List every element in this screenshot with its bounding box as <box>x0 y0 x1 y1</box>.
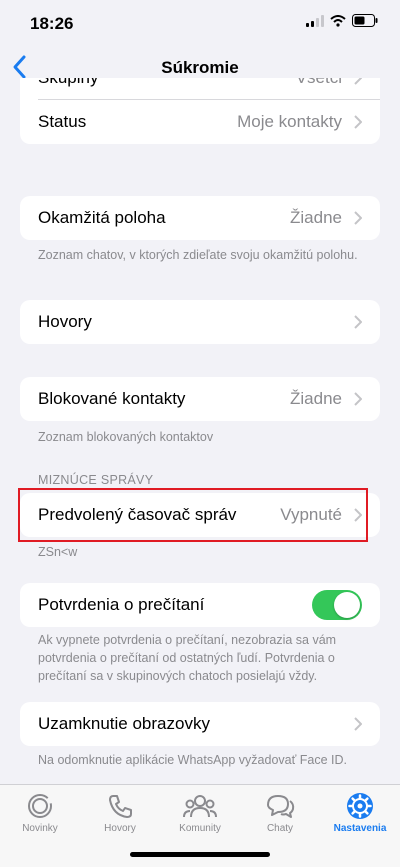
chevron-right-icon <box>354 211 362 225</box>
groups-row[interactable]: Skupiny Všetci <box>20 78 380 100</box>
blocked-contacts-label: Blokované kontakty <box>38 389 186 408</box>
read-receipts-group: Potvrdenia o prečítaní <box>20 583 380 627</box>
live-location-note: Zoznam chatov, v ktorých zdieľate svoju … <box>38 248 358 262</box>
tab-updates[interactable]: Novinky <box>0 791 80 834</box>
chevron-right-icon <box>354 78 362 85</box>
tab-calls[interactable]: Hovory <box>80 791 160 834</box>
disappearing-messages-header: MIZNÚCE SPRÁVY <box>38 473 154 487</box>
signal-icon <box>306 14 324 27</box>
status-icons <box>306 14 378 27</box>
read-receipts-note: Ak vypnete potvrdenia o prečítaní, nezob… <box>38 633 337 683</box>
communities-icon <box>183 795 217 818</box>
chevron-right-icon <box>354 315 362 329</box>
live-location-row[interactable]: Okamžitá poloha Žiadne <box>20 196 380 240</box>
updates-icon <box>28 794 52 818</box>
read-receipts-label: Potvrdenia o prečítaní <box>38 595 205 614</box>
screen-lock-note: Na odomknutie aplikácie WhatsApp vyžadov… <box>38 753 348 767</box>
screen-lock-row[interactable]: Uzamknutie obrazovky <box>20 702 380 746</box>
status-label: Status <box>38 112 87 131</box>
live-location-group: Okamžitá poloha Žiadne <box>20 196 380 240</box>
tab-label: Chaty <box>266 823 294 834</box>
groups-value: Všetci <box>296 78 342 88</box>
tab-chats[interactable]: Chaty <box>240 791 320 834</box>
toggle-knob <box>334 592 360 618</box>
status-value: Moje kontakty <box>237 112 342 131</box>
tab-label: Novinky <box>22 823 58 834</box>
chevron-right-icon <box>354 115 362 129</box>
tab-label: Komunity <box>179 823 221 834</box>
battery-icon <box>352 14 378 27</box>
screen-lock-group: Uzamknutie obrazovky <box>20 702 380 746</box>
blocked-contacts-value: Žiadne <box>290 389 342 408</box>
live-location-value: Žiadne <box>290 208 342 227</box>
disappearing-note: ZSn<w <box>38 545 78 559</box>
screen-lock-label: Uzamknutie obrazovky <box>38 714 210 733</box>
groups-label: Skupiny <box>38 78 296 88</box>
wifi-icon <box>330 14 346 27</box>
live-location-label: Okamžitá poloha <box>38 208 166 227</box>
tab-label: Nastavenia <box>333 823 387 834</box>
calls-label: Hovory <box>38 312 92 331</box>
settings-icon <box>347 793 373 819</box>
visibility-group: Skupiny Všetci Status Moje kontakty <box>20 78 380 144</box>
read-receipts-row: Potvrdenia o prečítaní <box>20 583 380 627</box>
status-bar: 18:26 <box>0 0 400 46</box>
calls-group: Hovory <box>20 300 380 344</box>
read-receipts-toggle[interactable] <box>312 590 362 620</box>
blocked-contacts-note: Zoznam blokovaných kontaktov <box>38 430 214 444</box>
status-row[interactable]: Status Moje kontakty <box>20 100 380 144</box>
tab-label: Hovory <box>104 823 136 834</box>
phone-icon <box>109 795 132 818</box>
highlight-box <box>18 488 368 542</box>
blocked-contacts-row[interactable]: Blokované kontakty Žiadne <box>20 377 380 421</box>
status-time: 18:26 <box>30 14 74 33</box>
chevron-right-icon <box>354 392 362 406</box>
home-indicator <box>130 852 270 857</box>
blocked-group: Blokované kontakty Žiadne <box>20 377 380 421</box>
tab-settings[interactable]: Nastavenia <box>320 791 400 834</box>
calls-row[interactable]: Hovory <box>20 300 380 344</box>
tab-communities[interactable]: Komunity <box>160 791 240 834</box>
chevron-right-icon <box>354 717 362 731</box>
page-title: Súkromie <box>161 58 239 77</box>
chats-icon <box>267 795 295 818</box>
privacy-settings-list[interactable]: Skupiny Všetci Status Moje kontakty Okam… <box>0 78 400 784</box>
